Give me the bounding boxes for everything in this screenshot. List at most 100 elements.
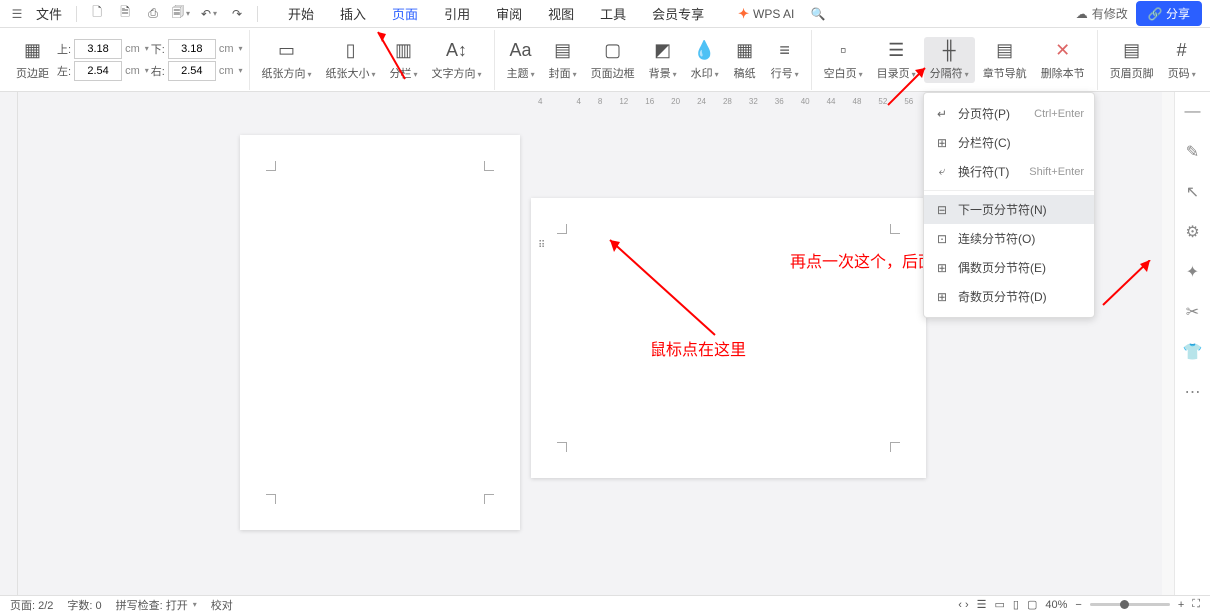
save-icon[interactable]: 🗋 xyxy=(85,2,109,26)
chevron-down-icon[interactable]: ▾ xyxy=(238,66,242,75)
dropdown-item-pagebreak[interactable]: ↵ 分页符(P) Ctrl+Enter xyxy=(924,99,1094,128)
watermark-button[interactable]: 💧水印▾ xyxy=(685,37,725,83)
zoom-in-icon[interactable]: + xyxy=(1178,599,1184,611)
watermark-icon: 💧 xyxy=(693,39,717,63)
tab-member[interactable]: 会员专享 xyxy=(640,0,716,27)
margin-top-input[interactable] xyxy=(74,39,122,59)
dropdown-item-columnbreak[interactable]: ⊞ 分栏符(C) xyxy=(924,128,1094,157)
item-shortcut: Ctrl+Enter xyxy=(1034,108,1084,120)
chevron-down-icon[interactable]: ▾ xyxy=(238,44,242,53)
preview-icon[interactable]: 🗐▾ xyxy=(169,2,193,26)
chapter-nav-button[interactable]: ▤章节导航 xyxy=(977,37,1033,83)
zoom-out-icon[interactable]: − xyxy=(1075,599,1081,611)
statusbar-right: ‹ › ☰ ▭ ▯ ▢ 40% − + ⛶ xyxy=(958,598,1200,611)
has-changes-status[interactable]: ☁ 有修改 xyxy=(1076,5,1128,22)
size-button[interactable]: ▯纸张大小▾ xyxy=(320,37,382,83)
item-shortcut: Shift+Enter xyxy=(1029,166,1084,178)
margin-right-input[interactable] xyxy=(168,61,216,81)
drag-handle-icon[interactable]: ⠿ xyxy=(538,240,545,251)
tab-page[interactable]: 页面 xyxy=(380,0,430,27)
undo-icon[interactable]: ↶▾ xyxy=(197,2,221,26)
tab-start[interactable]: 开始 xyxy=(276,0,326,27)
dropdown-item-linebreak[interactable]: ⤶ 换行符(T) Shift+Enter xyxy=(924,157,1094,186)
line-number-button[interactable]: ≡行号▾ xyxy=(765,37,805,83)
border-icon: ▢ xyxy=(601,39,625,63)
cut-icon[interactable]: ✂ xyxy=(1183,302,1203,322)
orientation-button[interactable]: ▭纸张方向▾ xyxy=(256,37,318,83)
view-mode-icon[interactable]: ▭ xyxy=(995,598,1005,611)
page-1[interactable] xyxy=(240,135,520,530)
zoom-slider[interactable] xyxy=(1090,603,1170,606)
text-direction-button[interactable]: A↕文字方向▾ xyxy=(426,37,488,83)
dropdown-item-evenpage-section[interactable]: ⊞ 偶数页分节符(E) xyxy=(924,253,1094,282)
wps-ai-button[interactable]: ✦ WPS AI xyxy=(730,4,802,24)
toc-button[interactable]: ☰目录页▾ xyxy=(871,37,922,83)
pencil-icon[interactable]: ✎ xyxy=(1183,142,1203,162)
tab-review[interactable]: 审阅 xyxy=(484,0,534,27)
zoom-thumb[interactable] xyxy=(1120,600,1129,609)
ruler-tick: 8 xyxy=(598,97,602,106)
shirt-icon[interactable]: 👕 xyxy=(1183,342,1203,362)
vertical-scrollbar[interactable] xyxy=(1162,92,1174,595)
view-mode-icon[interactable]: ▢ xyxy=(1027,598,1037,611)
break-button[interactable]: ╫分隔符▾ xyxy=(924,37,975,83)
corner-icon xyxy=(266,161,276,171)
pagenum-icon: # xyxy=(1170,39,1194,63)
share-button[interactable]: 🔗 分享 xyxy=(1136,1,1202,26)
margin-button[interactable]: ▦ 页边距 xyxy=(10,37,55,83)
tab-insert[interactable]: 插入 xyxy=(328,0,378,27)
cover-button[interactable]: ▤封面▾ xyxy=(543,37,583,83)
proofread-status[interactable]: 校对 xyxy=(211,597,233,613)
dropdown-item-oddpage-section[interactable]: ⊞ 奇数页分节符(D) xyxy=(924,282,1094,311)
redo-icon[interactable]: ↷ xyxy=(225,2,249,26)
delete-section-button[interactable]: ✕删除本节 xyxy=(1035,37,1091,83)
wand-icon[interactable]: ✦ xyxy=(1183,262,1203,282)
tab-tools[interactable]: 工具 xyxy=(588,0,638,27)
margin-bottom-input[interactable] xyxy=(168,39,216,59)
ruler-tick: 28 xyxy=(723,97,732,106)
word-count[interactable]: 字数: 0 xyxy=(67,597,101,613)
blank-page-button[interactable]: ▫空白页▾ xyxy=(818,37,869,83)
border-button[interactable]: ▢页面边框 xyxy=(585,37,641,83)
blank-icon: ▫ xyxy=(831,39,855,63)
chevron-down-icon[interactable]: ▾ xyxy=(145,44,149,53)
view-mode-icon[interactable]: ▯ xyxy=(1013,598,1019,611)
header-footer-button[interactable]: ▤页眉页脚 xyxy=(1104,37,1160,83)
minus-icon[interactable]: — xyxy=(1183,102,1203,122)
pagebreak-icon: ↵ xyxy=(934,106,950,122)
size-label: 纸张大小▾ xyxy=(326,65,376,81)
hf-label: 页眉页脚 xyxy=(1110,65,1154,81)
columns-button[interactable]: ▥分栏▾ xyxy=(384,37,424,83)
margin-left-input[interactable] xyxy=(74,61,122,81)
search-icon[interactable]: 🔍 xyxy=(806,2,830,26)
draft-button[interactable]: ▦稿纸 xyxy=(727,37,763,83)
hamburger-icon[interactable]: ☰ xyxy=(8,5,26,23)
chevron-down-icon[interactable]: ▾ xyxy=(145,66,149,75)
ai-label: WPS AI xyxy=(753,7,794,21)
top-bar: ☰ 文件 🗋 🗎 ⎙ 🗐▾ ↶▾ ↷ 开始 插入 页面 引用 审阅 视图 工具 … xyxy=(0,0,1210,28)
page-number-button[interactable]: #页码▾ xyxy=(1162,37,1202,83)
vertical-ruler xyxy=(0,92,18,595)
tab-reference[interactable]: 引用 xyxy=(432,0,482,27)
dropdown-item-nextpage-section[interactable]: ⊟ 下一页分节符(N) xyxy=(924,195,1094,224)
page-status[interactable]: 页面: 2/2 xyxy=(10,597,53,613)
tab-view[interactable]: 视图 xyxy=(536,0,586,27)
theme-button[interactable]: Aa主题▾ xyxy=(501,37,541,83)
corner-icon xyxy=(557,224,567,234)
view-mode-icon[interactable]: ☰ xyxy=(977,598,987,611)
more-icon[interactable]: ⋯ xyxy=(1183,382,1203,402)
fullscreen-icon[interactable]: ⛶ xyxy=(1192,598,1200,611)
has-changes-label: 有修改 xyxy=(1092,5,1128,22)
cloud-icon: ☁ xyxy=(1076,7,1088,21)
spell-check-status[interactable]: 拼写检查: 打开 ▾ xyxy=(116,597,197,613)
new-icon[interactable]: 🗎 xyxy=(113,2,137,26)
textdir-label: 文字方向▾ xyxy=(432,65,482,81)
zoom-level[interactable]: 40% xyxy=(1045,599,1067,611)
nav-arrows[interactable]: ‹ › xyxy=(958,599,968,611)
cursor-icon[interactable]: ↖ xyxy=(1183,182,1203,202)
adjust-icon[interactable]: ⚙ xyxy=(1183,222,1203,242)
file-menu[interactable]: 文件 xyxy=(30,4,68,23)
dropdown-item-continuous-section[interactable]: ⊡ 连续分节符(O) xyxy=(924,224,1094,253)
background-button[interactable]: ◩背景▾ xyxy=(643,37,683,83)
print-icon[interactable]: ⎙ xyxy=(141,2,165,26)
